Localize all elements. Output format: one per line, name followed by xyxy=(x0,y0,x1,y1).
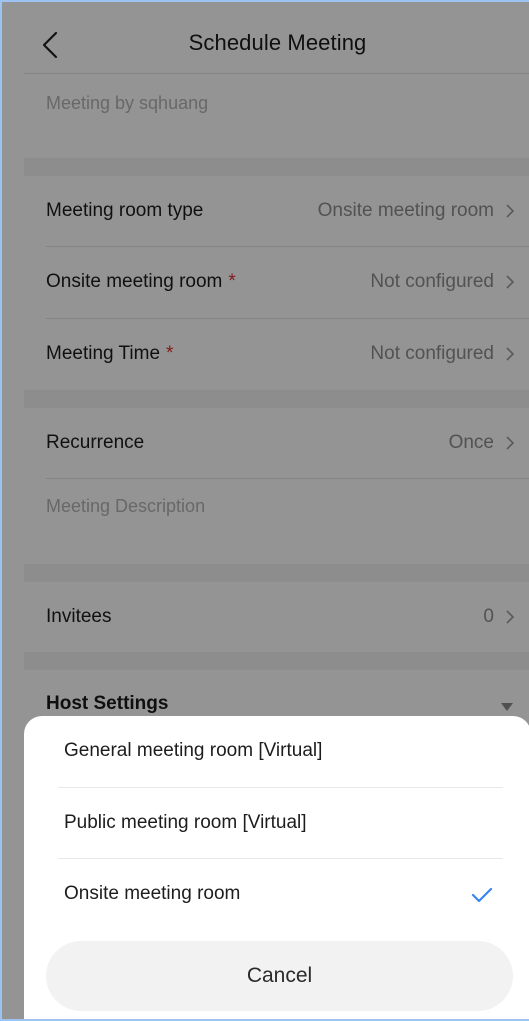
option-label: General meeting room [Virtual] xyxy=(64,740,323,761)
window-frame: Schedule Meeting Meeting by sqhuang Meet… xyxy=(0,0,529,1021)
option-general-meeting-room[interactable]: General meeting room [Virtual] xyxy=(58,716,503,786)
cancel-button[interactable]: Cancel xyxy=(46,941,513,1011)
option-label: Onsite meeting room xyxy=(64,883,241,904)
room-type-action-sheet: General meeting room [Virtual] Public me… xyxy=(24,716,529,1019)
option-public-meeting-room[interactable]: Public meeting room [Virtual] xyxy=(58,788,503,858)
option-onsite-meeting-room[interactable]: Onsite meeting room xyxy=(58,859,503,929)
option-label: Public meeting room [Virtual] xyxy=(64,812,307,833)
checkmark-icon xyxy=(471,887,493,903)
